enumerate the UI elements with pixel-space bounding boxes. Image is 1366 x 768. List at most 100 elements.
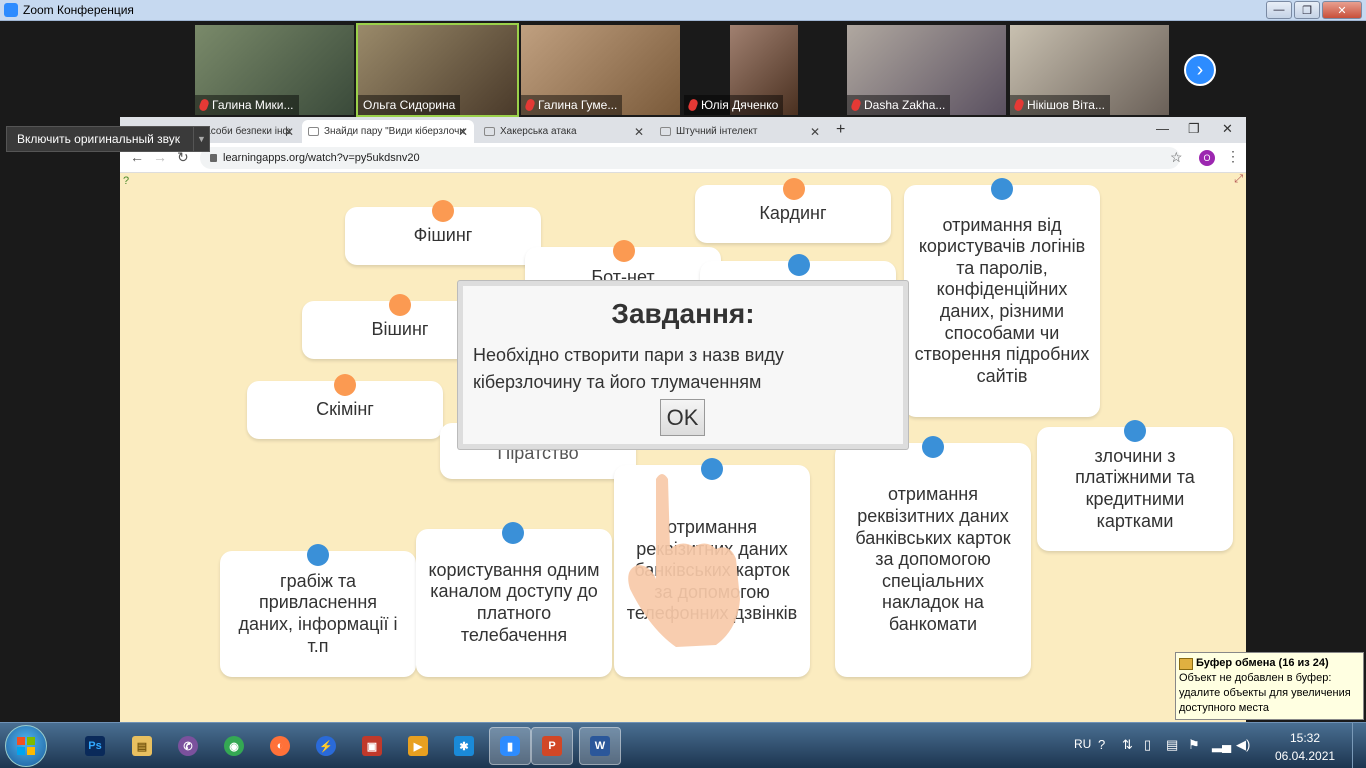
taskbar-app-powerpoint[interactable]: P [531,727,573,765]
taskbar-app-media-player[interactable]: ▶ [397,727,439,765]
taskbar-app-chrome[interactable]: ◉ [213,727,255,765]
definition-card-carding[interactable]: злочини з платіжними та кредитними картк… [1037,427,1233,551]
taskbar-app-network[interactable]: ✱ [443,727,485,765]
card-text: Кардинг [759,203,827,224]
browser-window: загрози та засоби безпеки інф ✕ Знайди п… [120,117,1246,722]
tab-close-icon[interactable]: ✕ [458,125,468,139]
windows-taskbar: Ps ▤ ✆ ◉ ◐ ⚡ ▣ ▶ ✱ ▮ P W RU ? ⇅ ▯ ▤ ⚑ ▂▄… [0,722,1366,768]
definition-card-piracy[interactable]: грабіж та привласнення даних, інформації… [220,551,416,677]
taskbar-app-viber[interactable]: ✆ [167,727,209,765]
signal-tray-icon[interactable]: ▂▄ [1212,737,1231,753]
dropdown-arrow-icon[interactable]: ▼ [193,127,209,151]
browser-minimize-button[interactable]: — [1156,121,1169,136]
mic-muted-icon [850,97,862,113]
flag-tray-icon[interactable]: ⚑ [1188,737,1200,753]
clipboard-notification[interactable]: Буфер обмена (16 из 24) Объект не добавл… [1175,652,1364,720]
card-connector-dot[interactable] [334,374,356,396]
taskbar-app-word[interactable]: W [579,727,621,765]
url-field[interactable]: learningapps.org/watch?v=py5ukdsnv20 [200,147,1180,169]
windows-logo-icon [17,737,35,755]
taskbar-app-bolt[interactable]: ⚡ [305,727,347,765]
powerpoint-icon: P [542,736,562,756]
card-text: отримання від користувачів логінів та па… [914,214,1090,386]
participant-tile[interactable]: Юлія Дяченко [684,25,843,115]
original-sound-toggle[interactable]: Включить оригинальный звук ▼ [6,126,210,152]
card-connector-dot[interactable] [432,200,454,222]
participant-tile-active-speaker[interactable]: Ольга Сидорина [356,23,519,117]
mic-muted-icon [1013,97,1025,113]
browser-close-button[interactable]: ✕ [1222,121,1233,137]
taskbar-app-firefox[interactable]: ◐ [259,727,301,765]
fullscreen-icon[interactable]: ⤢ [1234,173,1243,186]
address-bar-row: ← → ↻ learningapps.org/watch?v=py5ukdsnv… [120,143,1246,173]
clipboard-tray-icon[interactable]: ▤ [1166,737,1178,753]
card-text: Фішинг [413,225,473,246]
clock-time: 15:32 [1289,731,1321,745]
card-text: грабіж та привласнення даних, інформації… [238,570,398,656]
card-connector-dot[interactable] [991,178,1013,200]
card-connector-dot[interactable] [788,254,810,276]
clipboard-title: Буфер обмена (16 из 24) [1196,657,1329,669]
network-tray-icon[interactable]: ⇅ [1122,737,1133,753]
taskbar-app-presentation[interactable]: ▣ [351,727,393,765]
definition-card-skimming[interactable]: отримання реквізитних даних банківських … [835,443,1031,677]
card-connector-dot[interactable] [307,544,329,566]
taskbar-app-photoshop[interactable]: Ps [74,727,116,765]
browser-maximize-button[interactable]: ❐ [1188,121,1200,137]
browser-tab-active[interactable]: Знайди пару "Види кіберзлочи ✕ [302,120,474,143]
participant-name-bar: Юлія Дяченко [684,95,784,115]
zoom-close-button[interactable]: ✕ [1322,1,1362,19]
usb-tray-icon[interactable]: ▯ [1144,737,1151,753]
participant-tile[interactable]: Dasha Zakha... [847,25,1006,115]
participant-name-bar: Dasha Zakha... [847,95,951,115]
definition-card-phishing[interactable]: отримання від користувачів логінів та па… [904,185,1100,417]
taskbar-app-explorer[interactable]: ▤ [121,727,163,765]
help-icon[interactable]: ? [123,175,129,187]
next-page-chevron-icon[interactable]: › [1184,54,1216,86]
media-player-icon: ▶ [408,736,428,756]
start-button[interactable] [5,725,47,767]
folder-icon: ▤ [132,736,152,756]
browser-tab[interactable]: Хакерська атака ✕ [478,120,650,143]
participant-tile[interactable]: Галина Гуме... [521,25,680,115]
card-connector-dot[interactable] [922,436,944,458]
bookmark-star-icon[interactable]: ☆ [1170,149,1183,166]
card-connector-dot[interactable] [1124,420,1146,442]
card-connector-dot[interactable] [502,522,524,544]
definition-card-tv-channel[interactable]: користування одним каналом доступу до пл… [416,529,612,677]
taskbar-app-zoom[interactable]: ▮ [489,727,531,765]
mic-muted-icon [687,97,699,113]
language-indicator[interactable]: RU [1074,737,1091,751]
help-tray-icon[interactable]: ? [1098,737,1105,752]
participant-name: Dasha Zakha... [864,98,946,112]
zoom-maximize-button[interactable]: ❐ [1294,1,1320,19]
new-tab-plus-icon[interactable]: + [836,121,845,139]
browser-tab-bar: загрози та засоби безпеки інф ✕ Знайди п… [120,117,1246,143]
participant-name: Юлія Дяченко [701,98,779,112]
tab-close-icon[interactable]: ✕ [634,125,644,139]
participant-tile[interactable]: Нікішов Віта... [1010,25,1169,115]
lock-icon [210,154,217,162]
tab-close-icon[interactable]: ✕ [284,125,294,139]
learningapps-board: ? ⤢ Фішинг Бот-нет Кардинг отримання від… [120,173,1246,722]
volume-tray-icon[interactable]: ◀) [1236,737,1250,753]
zoom-minimize-button[interactable]: — [1266,1,1292,19]
presentation-icon: ▣ [362,736,382,756]
tab-title: Хакерська атака [500,126,577,137]
participant-tile[interactable]: Галина Мики... [195,25,354,115]
card-connector-dot[interactable] [389,294,411,316]
browser-tab[interactable]: Штучний інтелект ✕ [654,120,826,143]
ok-button[interactable]: OK [660,399,705,436]
tab-favicon-icon [308,127,319,136]
show-desktop-button[interactable] [1352,723,1366,768]
browser-menu-icon[interactable]: ⋮ [1226,148,1240,165]
screen: Zoom Конференция — ❐ ✕ Галина Мики... Ол… [0,0,1366,768]
card-connector-dot[interactable] [613,240,635,262]
zoom-window-controls: — ❐ ✕ [1266,1,1362,19]
profile-avatar[interactable]: O [1199,150,1215,166]
tab-close-icon[interactable]: ✕ [810,125,820,139]
dialog-text: Необхідно створити пари з назв виду кібе… [473,345,784,392]
mic-muted-icon [524,97,536,113]
system-clock[interactable]: 15:32 06.04.2021 [1275,729,1335,765]
card-connector-dot[interactable] [783,178,805,200]
